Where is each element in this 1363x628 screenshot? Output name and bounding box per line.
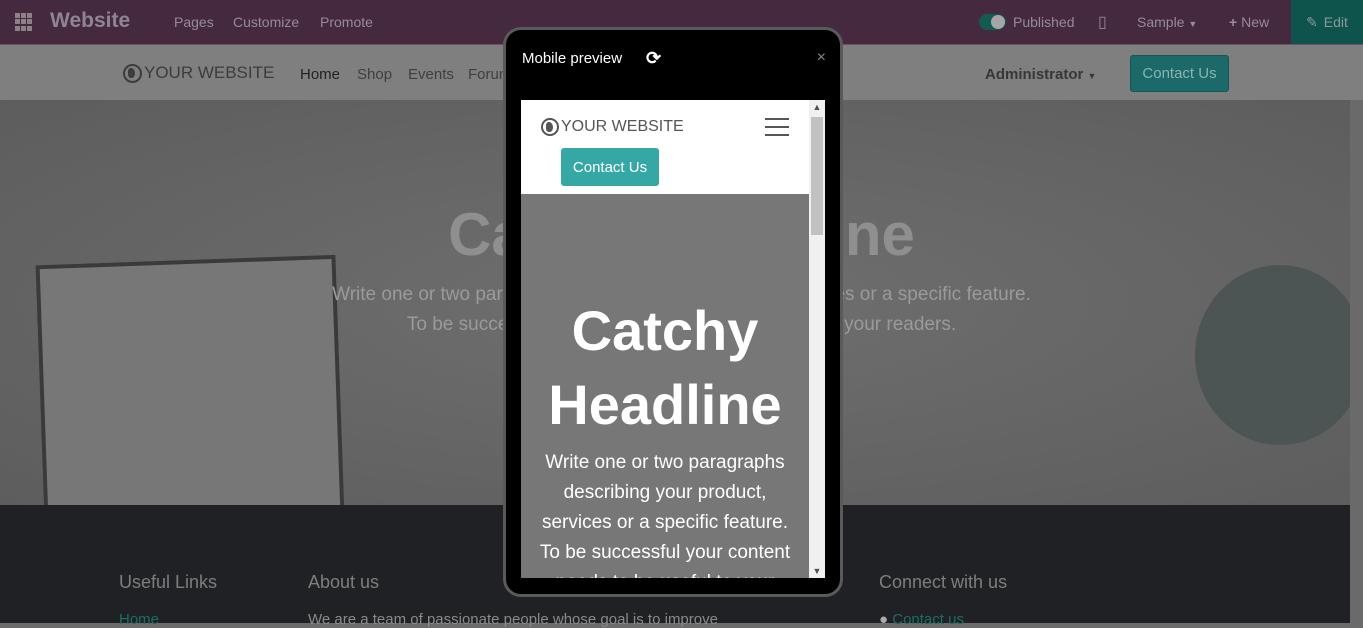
contact-us-button[interactable]: Contact Us bbox=[1130, 55, 1229, 92]
edit-button[interactable]: ✎ Edit bbox=[1291, 0, 1363, 44]
mobile-preview-icon[interactable]: ▯ bbox=[1098, 12, 1107, 32]
scrollbar-thumb[interactable] bbox=[811, 117, 823, 235]
globe-icon bbox=[123, 63, 142, 83]
logo-text: YOUR WEBSITE bbox=[144, 63, 275, 82]
admin-dropdown[interactable]: Administrator ▼ bbox=[985, 66, 1096, 83]
edit-label: Edit bbox=[1323, 14, 1348, 30]
sample-dropdown[interactable]: Sample ▼ bbox=[1137, 14, 1197, 30]
contact-link-label: Contact us bbox=[892, 611, 964, 628]
published-label: Published bbox=[1013, 14, 1075, 30]
caret-down-icon: ▼ bbox=[1087, 71, 1097, 81]
new-button[interactable]: + New bbox=[1229, 14, 1269, 30]
sample-label: Sample bbox=[1137, 14, 1185, 30]
close-icon[interactable]: × bbox=[817, 49, 826, 67]
pencil-icon: ✎ bbox=[1306, 13, 1318, 30]
caret-down-icon: ▼ bbox=[1188, 19, 1198, 29]
mobile-scrollbar[interactable]: ▲ ▼ bbox=[809, 100, 825, 578]
hamburger-menu-icon[interactable] bbox=[765, 118, 789, 136]
plus-icon: + bbox=[1229, 14, 1238, 30]
site-logo[interactable]: YOUR WEBSITE bbox=[123, 63, 274, 83]
scroll-down-icon[interactable]: ▼ bbox=[809, 566, 825, 576]
rotate-icon[interactable]: ⟳ bbox=[646, 48, 661, 69]
mobile-viewport: YOUR WEBSITE Contact Us Catchy Headline … bbox=[521, 100, 825, 578]
footer-link-home[interactable]: Home bbox=[119, 611, 159, 628]
globe-icon bbox=[541, 118, 559, 136]
menu-promote[interactable]: Promote bbox=[320, 14, 373, 30]
menu-pages[interactable]: Pages bbox=[174, 14, 214, 30]
footer-contact-link[interactable]: ● Contact us bbox=[879, 611, 964, 628]
mobile-header: YOUR WEBSITE Contact Us bbox=[521, 100, 809, 194]
footer-about-text: We are a team of passionate people whose… bbox=[308, 611, 718, 628]
new-label: New bbox=[1241, 14, 1270, 30]
dialog-title: Mobile preview bbox=[522, 50, 623, 67]
nav-events[interactable]: Events bbox=[408, 66, 454, 83]
nav-shop[interactable]: Shop bbox=[357, 66, 392, 83]
page-scrollbar[interactable] bbox=[1350, 100, 1363, 623]
mobile-hero-text: Write one or two paragraphs describing y… bbox=[539, 452, 791, 578]
footer-connect-heading: Connect with us bbox=[879, 572, 1008, 592]
footer-useful-links: Useful Links bbox=[119, 572, 218, 592]
mobile-logo[interactable]: YOUR WEBSITE bbox=[541, 118, 684, 136]
mobile-hero: Catchy Headline Write one or two paragra… bbox=[521, 194, 809, 578]
admin-label: Administrator bbox=[985, 66, 1084, 83]
scroll-up-icon[interactable]: ▲ bbox=[809, 102, 825, 112]
footer-about-heading: About us bbox=[308, 572, 380, 592]
app-title: Website bbox=[50, 9, 131, 32]
nav-home[interactable]: Home bbox=[300, 66, 340, 83]
mobile-contact-button[interactable]: Contact Us bbox=[561, 148, 659, 186]
mobile-hero-title: Catchy Headline bbox=[548, 299, 782, 436]
menu-customize[interactable]: Customize bbox=[233, 14, 299, 30]
mobile-preview-dialog: Mobile preview ⟳ × YOUR WEBSITE Contact … bbox=[503, 27, 843, 597]
logo-text: YOUR WEBSITE bbox=[561, 118, 684, 135]
comment-icon: ● bbox=[879, 611, 889, 628]
apps-grid-icon[interactable] bbox=[15, 13, 33, 31]
published-toggle[interactable] bbox=[979, 14, 1006, 30]
